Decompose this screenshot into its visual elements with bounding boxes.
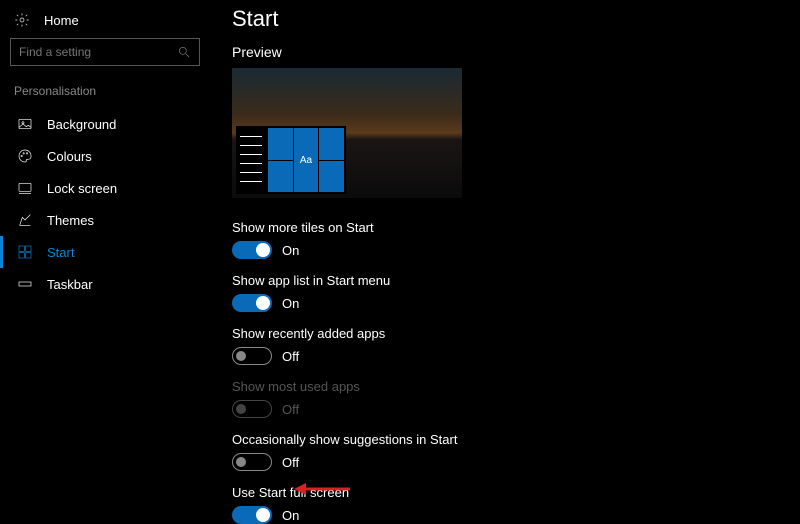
setting-label: Show most used apps [232, 379, 800, 394]
search-input[interactable] [19, 45, 177, 59]
sidebar-item-label: Colours [47, 149, 92, 164]
start-preview-image: Aa [232, 68, 462, 198]
preview-taskbar [232, 194, 462, 198]
sidebar-item-label: Start [47, 245, 74, 260]
sidebar: Home Personalisation Background Colours … [0, 0, 210, 500]
setting-label: Show more tiles on Start [232, 220, 800, 235]
taskbar-icon [17, 276, 33, 292]
gear-icon [14, 12, 30, 28]
search-icon [177, 45, 191, 59]
toggle-state-text: Off [282, 349, 299, 364]
sidebar-item-taskbar[interactable]: Taskbar [0, 268, 210, 300]
sidebar-item-colours[interactable]: Colours [0, 140, 210, 172]
setting-recently-added: Show recently added apps Off [232, 326, 800, 365]
home-label: Home [44, 13, 79, 28]
setting-label: Use Start full screen [232, 485, 800, 500]
sidebar-item-label: Taskbar [47, 277, 93, 292]
main-content: Start Preview Aa Show more tiles on Star… [210, 0, 800, 500]
palette-icon [17, 148, 33, 164]
setting-suggestions: Occasionally show suggestions in Start O… [232, 432, 800, 471]
setting-more-tiles: Show more tiles on Start On [232, 220, 800, 259]
preview-tile-aa: Aa [294, 128, 319, 192]
toggle-suggestions[interactable] [232, 453, 272, 471]
sidebar-item-start[interactable]: Start [0, 236, 210, 268]
setting-label: Show recently added apps [232, 326, 800, 341]
search-input-wrap[interactable] [10, 38, 200, 66]
sidebar-item-lock-screen[interactable]: Lock screen [0, 172, 210, 204]
toggle-app-list[interactable] [232, 294, 272, 312]
toggle-more-tiles[interactable] [232, 241, 272, 259]
toggle-state-text: On [282, 508, 299, 523]
setting-app-list: Show app list in Start menu On [232, 273, 800, 312]
themes-icon [17, 212, 33, 228]
setting-label: Occasionally show suggestions in Start [232, 432, 800, 447]
toggle-state-text: Off [282, 402, 299, 417]
start-icon [17, 244, 33, 260]
toggle-full-screen[interactable] [232, 506, 272, 524]
sidebar-item-background[interactable]: Background [0, 108, 210, 140]
toggle-most-used [232, 400, 272, 418]
home-button[interactable]: Home [0, 8, 210, 38]
sidebar-item-label: Lock screen [47, 181, 117, 196]
preview-start-menu: Aa [236, 126, 346, 194]
lock-screen-icon [17, 180, 33, 196]
preview-heading: Preview [232, 44, 800, 60]
preview-tiles: Aa [266, 126, 346, 194]
preview-app-list [236, 126, 266, 194]
setting-full-screen: Use Start full screen On [232, 485, 800, 524]
toggle-recently-added[interactable] [232, 347, 272, 365]
toggle-state-text: On [282, 296, 299, 311]
page-title: Start [232, 6, 800, 32]
setting-most-used: Show most used apps Off [232, 379, 800, 418]
sidebar-item-label: Background [47, 117, 116, 132]
toggle-state-text: Off [282, 455, 299, 470]
picture-icon [17, 116, 33, 132]
section-header: Personalisation [0, 84, 210, 108]
sidebar-item-label: Themes [47, 213, 94, 228]
setting-label: Show app list in Start menu [232, 273, 800, 288]
sidebar-item-themes[interactable]: Themes [0, 204, 210, 236]
toggle-state-text: On [282, 243, 299, 258]
